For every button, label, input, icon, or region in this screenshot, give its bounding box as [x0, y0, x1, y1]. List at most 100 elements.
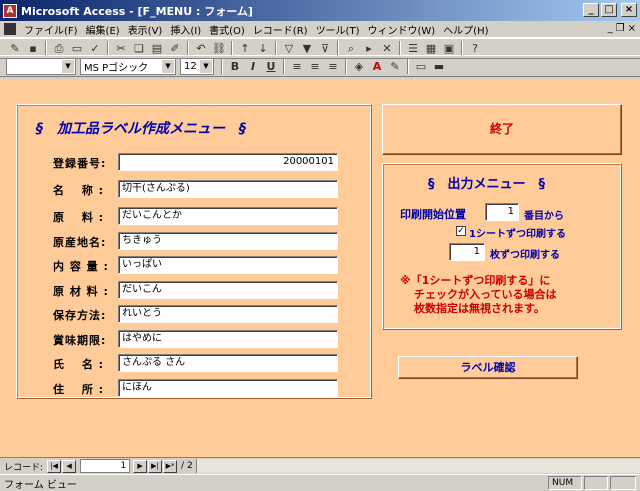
start-position-field[interactable]: 1 — [485, 203, 519, 221]
menu-window[interactable]: ウィンドウ(W) — [363, 22, 439, 37]
mdi-minimize-icon[interactable]: _ — [608, 23, 613, 34]
chevron-down-icon[interactable]: ▼ — [200, 59, 212, 73]
storage-method-field[interactable]: れいとう — [118, 305, 338, 323]
separator — [407, 58, 409, 74]
menu-help[interactable]: ヘルプ(H) — [439, 22, 492, 37]
mdi-restore-icon[interactable]: ❐ — [616, 23, 625, 34]
horizontal-scrollbar[interactable] — [196, 459, 640, 473]
status-cell — [610, 476, 636, 490]
field-label: 原 材 料 : — [53, 285, 109, 298]
current-record-field[interactable]: 1 — [80, 459, 131, 473]
copies-suffix: 枚ずつ印刷する — [490, 250, 560, 261]
form-document-icon[interactable] — [4, 23, 16, 35]
font-size-combo[interactable]: 12 ▼ — [180, 57, 214, 75]
align-right-icon[interactable]: ≡ — [324, 58, 342, 75]
record-navigation-bar: レコード: |◀ ◀ 1 ▶ ▶| ▶* / 2 — [0, 457, 640, 474]
separator — [337, 41, 339, 56]
menu-edit[interactable]: 編集(E) — [82, 22, 124, 37]
field-label: 内 容 量 : — [53, 260, 109, 273]
separator — [399, 41, 401, 56]
font-name: MS Pゴシック — [84, 62, 149, 74]
menu-records[interactable]: レコード(R) — [249, 22, 312, 37]
font-size: 12 — [184, 60, 197, 72]
field-label: 原 料 : — [53, 211, 105, 224]
menu-tools[interactable]: ツール(T) — [312, 22, 364, 37]
one-sheet-checkbox[interactable]: ✓ — [456, 226, 466, 236]
fill-color-icon[interactable]: ◈ — [350, 58, 368, 75]
underline-button[interactable]: U — [262, 58, 280, 75]
copies-field[interactable]: 1 — [449, 243, 485, 261]
chevron-down-icon[interactable]: ▼ — [162, 59, 174, 73]
ingredient-field[interactable]: だいこんとか — [118, 207, 338, 225]
access-app-icon[interactable]: A — [3, 3, 17, 18]
menu-file[interactable]: ファイル(F) — [20, 22, 82, 37]
menu-format[interactable]: 書式(O) — [205, 22, 249, 37]
num-lock-indicator: NUM — [548, 476, 582, 490]
status-text: フォーム ビュー — [4, 479, 77, 491]
next-record-icon[interactable]: ▶ — [133, 459, 148, 473]
best-before-field[interactable]: はやめに — [118, 330, 338, 348]
field-label: 登録番号: — [53, 157, 107, 170]
form-heading: § 加工品ラベル作成メニュー § — [36, 121, 246, 137]
address-field[interactable]: にほん — [118, 379, 338, 397]
start-position-label: 印刷開始位置 — [400, 208, 466, 221]
separator — [221, 58, 223, 74]
field-label: 名 称 : — [53, 184, 105, 197]
font-color-icon[interactable]: A — [368, 58, 386, 75]
label-preview-button[interactable]: ラベル確認 — [398, 356, 578, 379]
content-amount-field[interactable]: いっぱい — [118, 256, 338, 274]
special-effect-icon[interactable]: ▬ — [430, 58, 448, 75]
status-cell — [584, 476, 608, 490]
raw-material-field[interactable]: だいこん — [118, 281, 338, 299]
output-menu-heading: § 出力メニュー § — [428, 177, 546, 192]
separator — [231, 41, 233, 56]
title-bar: A Microsoft Access - [F_MENU : フォーム] _ □… — [0, 0, 640, 21]
registration-number-field[interactable]: 20000101 — [118, 153, 338, 171]
menu-insert[interactable]: 挿入(I) — [166, 22, 205, 37]
minimize-button[interactable]: _ — [583, 3, 599, 17]
chevron-down-icon[interactable]: ▼ — [62, 59, 74, 73]
separator — [187, 41, 189, 56]
origin-field[interactable]: ちきゅう — [118, 232, 338, 250]
field-label: 保存方法: — [53, 309, 107, 322]
person-name-field[interactable]: さんぷる さん — [118, 354, 338, 372]
last-record-icon[interactable]: ▶| — [148, 459, 163, 473]
first-record-icon[interactable]: |◀ — [47, 459, 62, 473]
window-title: Microsoft Access - [F_MENU : フォーム] — [21, 4, 253, 18]
field-label: 原産地名: — [53, 236, 107, 249]
menu-view[interactable]: 表示(V) — [124, 22, 167, 37]
print-note: ※「1シートずつ印刷する」に チェックが入っている場合は 枚数指定は無視されます… — [400, 274, 557, 315]
separator — [275, 41, 277, 56]
field-label: 住 所 : — [53, 383, 105, 396]
font-combo[interactable]: MS Pゴシック ▼ — [80, 57, 176, 75]
object-combo[interactable]: ▼ — [6, 57, 76, 75]
italic-button[interactable]: I — [244, 58, 262, 75]
new-record-nav-icon[interactable]: ▶* — [163, 459, 178, 473]
one-sheet-label: 1シートずつ印刷する — [469, 229, 566, 240]
status-bar: フォーム ビュー NUM — [0, 474, 640, 491]
separator — [345, 58, 347, 74]
record-total: / 2 — [181, 461, 193, 471]
name-field[interactable]: 切干(さんぷる) — [118, 180, 338, 198]
border-width-icon[interactable]: ▭ — [412, 58, 430, 75]
mdi-close-icon[interactable]: × — [628, 23, 636, 34]
prev-record-icon[interactable]: ◀ — [62, 459, 77, 473]
bold-button[interactable]: B — [226, 58, 244, 75]
form-body: § 加工品ラベル作成メニュー § 登録番号: 20000101 名 称 : 切干… — [0, 79, 640, 457]
line-color-icon[interactable]: ✎ — [386, 58, 404, 75]
separator — [107, 41, 109, 56]
align-left-icon[interactable]: ≡ — [288, 58, 306, 75]
close-button[interactable]: × — [621, 3, 637, 17]
formatting-toolbar: ▼ MS Pゴシック ▼ 12 ▼ B I U ≡ ≡ ≡ ◈ A ✎ ▭ ▬ — [0, 55, 640, 77]
field-label: 賞味期限: — [53, 334, 107, 347]
separator — [45, 41, 47, 56]
separator — [461, 41, 463, 56]
align-center-icon[interactable]: ≡ — [306, 58, 324, 75]
maximize-button[interactable]: □ — [601, 3, 617, 17]
field-label: 氏 名 : — [53, 358, 105, 371]
exit-button[interactable]: 終了 — [382, 104, 622, 155]
record-label: レコード: — [4, 462, 44, 473]
separator — [283, 58, 285, 74]
menu-bar: ファイル(F) 編集(E) 表示(V) 挿入(I) 書式(O) レコード(R) … — [0, 21, 640, 38]
start-position-suffix: 番目から — [524, 211, 564, 222]
